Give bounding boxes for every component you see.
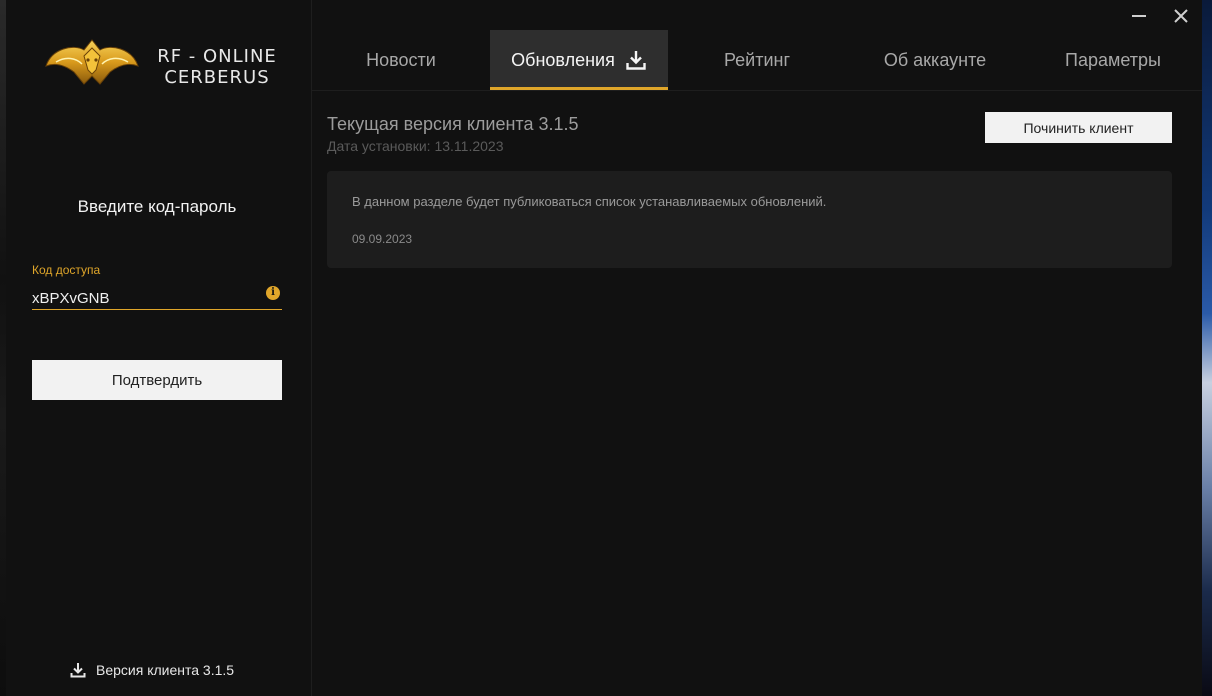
brand-title: RF - ONLINE CERBERUS	[156, 46, 278, 88]
repair-client-button[interactable]: Починить клиент	[985, 112, 1172, 143]
client-version-footer: Версия клиента 3.1.5	[70, 662, 234, 678]
main-tabs: Новости Обновления Рейтинг Об аккаунте П…	[312, 30, 1202, 90]
update-card-date: 09.09.2023	[352, 232, 413, 246]
updates-panel: Текущая версия клиента 3.1.5 Дата устано…	[312, 90, 1202, 696]
install-date: Дата установки: 13.11.2023	[327, 138, 504, 154]
tab-account-label: Об аккаунте	[883, 49, 987, 70]
close-button[interactable]	[1160, 0, 1202, 32]
tab-news[interactable]: Новости	[312, 30, 490, 90]
access-code-label: Код доступа	[32, 263, 101, 277]
tab-updates-label: Обновления	[511, 49, 615, 70]
tab-account[interactable]: Об аккаунте	[846, 30, 1024, 90]
tab-rating-label: Рейтинг	[723, 49, 791, 70]
download-icon	[70, 663, 86, 678]
close-icon	[1174, 9, 1188, 23]
download-icon	[626, 51, 646, 70]
update-card-text: В данном разделе будет публиковаться спи…	[352, 194, 827, 209]
minimize-icon	[1132, 15, 1146, 17]
brand-line-1: RF - ONLINE	[157, 46, 277, 67]
minimize-button[interactable]	[1118, 0, 1160, 32]
info-icon[interactable]: i	[266, 286, 280, 300]
passcode-prompt-title: Введите код-пароль	[77, 197, 237, 216]
launcher-window: RF - ONLINE CERBERUS Введите код-пароль …	[6, 0, 1202, 696]
cerberus-logo-icon	[45, 39, 139, 85]
access-code-field: i	[32, 282, 282, 310]
sidebar: RF - ONLINE CERBERUS Введите код-пароль …	[6, 0, 312, 696]
client-version-text: Версия клиента 3.1.5	[96, 662, 235, 678]
current-version-title: Текущая версия клиента 3.1.5	[327, 114, 579, 134]
window-controls	[1118, 0, 1202, 32]
tab-news-label: Новости	[366, 49, 436, 70]
tab-settings[interactable]: Параметры	[1024, 30, 1202, 90]
update-card: В данном разделе будет публиковаться спи…	[327, 171, 1172, 268]
brand-line-2: CERBERUS	[164, 67, 270, 88]
tab-settings-label: Параметры	[1065, 49, 1161, 70]
confirm-button[interactable]: Подтвердить	[32, 360, 282, 400]
tab-rating[interactable]: Рейтинг	[668, 30, 846, 90]
tab-updates[interactable]: Обновления	[490, 30, 668, 90]
access-code-input[interactable]	[32, 288, 252, 308]
